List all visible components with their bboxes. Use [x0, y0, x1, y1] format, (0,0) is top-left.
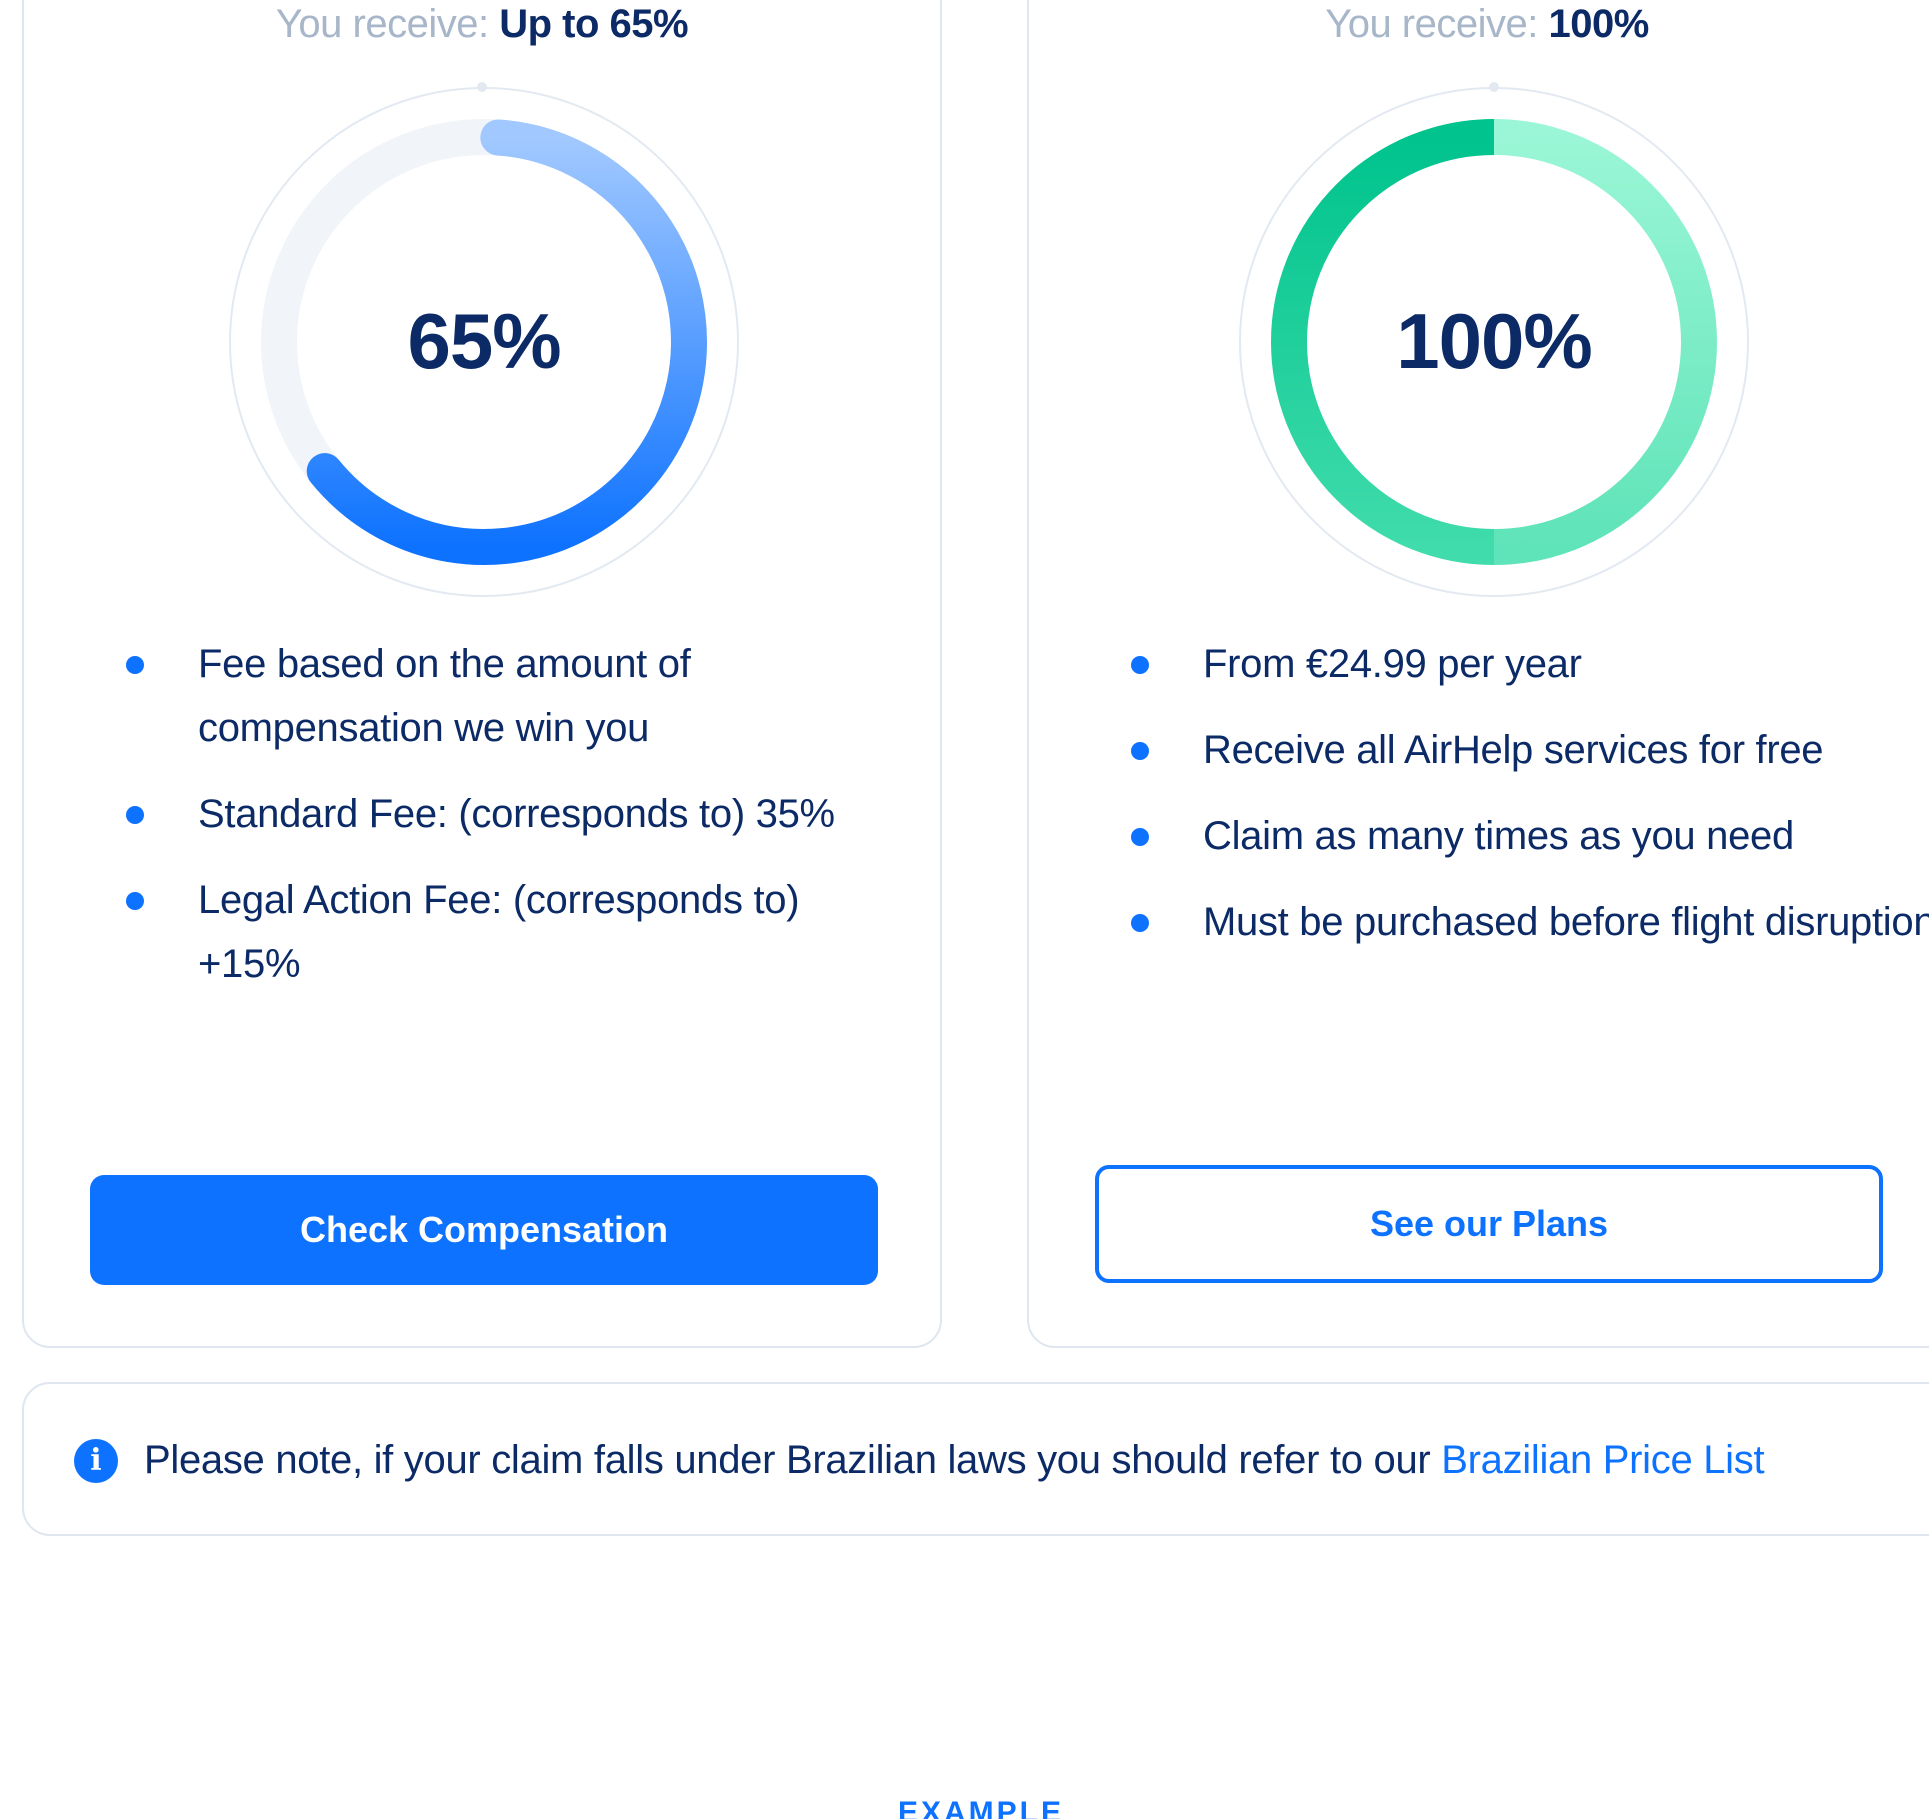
see-our-plans-button[interactable]: See our Plans: [1095, 1165, 1883, 1283]
feature-text: Must be purchased before flight disrupti…: [1203, 900, 1929, 944]
feature-item: Fee based on the amount of compensation …: [126, 632, 906, 760]
feature-text: Legal Action Fee: (corresponds to) +15%: [198, 878, 800, 986]
info-icon: i: [74, 1439, 118, 1483]
bullet-dot-icon: [1131, 656, 1149, 674]
bullet-dot-icon: [1131, 914, 1149, 932]
percentage-gauge: 100%: [1234, 82, 1754, 602]
receive-summary: You receive: Up to 65%: [24, 2, 940, 47]
check-compensation-button[interactable]: Check Compensation: [90, 1175, 878, 1285]
feature-text: Standard Fee: (corresponds to) 35%: [198, 792, 835, 836]
gauge-top-marker: [1489, 82, 1499, 92]
bullet-dot-icon: [1131, 742, 1149, 760]
gauge-value-label: 65%: [407, 297, 561, 385]
notice-text: Please note, if your claim falls under B…: [144, 1430, 1765, 1490]
bullet-dot-icon: [126, 656, 144, 674]
section-label: EXAMPLE: [898, 1796, 1065, 1819]
feature-text: Receive all AirHelp services for free: [1203, 728, 1824, 772]
bullet-dot-icon: [126, 892, 144, 910]
feature-item: Standard Fee: (corresponds to) 35%: [126, 782, 906, 846]
receive-value: Up to 65%: [499, 2, 689, 46]
receive-prefix: You receive:: [275, 2, 500, 46]
feature-item: Claim as many times as you need: [1131, 804, 1929, 868]
notice-body: Please note, if your claim falls under B…: [144, 1438, 1442, 1482]
feature-item: Legal Action Fee: (corresponds to) +15%: [126, 868, 906, 996]
feature-list: Fee based on the amount of compensation …: [126, 632, 906, 1018]
gauge-top-marker: [477, 82, 487, 92]
feature-text: Claim as many times as you need: [1203, 814, 1794, 858]
membership-card: You receive: 100% 100% From €24.99 per y…: [1027, 0, 1929, 1348]
brazilian-price-list-link[interactable]: Brazilian Price List: [1441, 1438, 1764, 1482]
feature-item: Receive all AirHelp services for free: [1131, 718, 1929, 782]
feature-item: Must be purchased before flight disrupti…: [1131, 890, 1929, 954]
gauge-value-label: 100%: [1396, 297, 1593, 385]
bullet-dot-icon: [126, 806, 144, 824]
receive-summary: You receive: 100%: [1029, 2, 1929, 47]
receive-prefix: You receive:: [1325, 2, 1549, 46]
percentage-gauge: 65%: [224, 82, 744, 602]
receive-value: 100%: [1548, 2, 1649, 46]
bullet-dot-icon: [1131, 828, 1149, 846]
brazil-notice: i Please note, if your claim falls under…: [22, 1382, 1929, 1536]
feature-list: From €24.99 per year Receive all AirHelp…: [1131, 632, 1929, 976]
pricing-section: You receive: Up to 65% 65% Fee based on …: [0, 0, 1929, 1819]
feature-text: From €24.99 per year: [1203, 642, 1582, 686]
standard-fee-card: You receive: Up to 65% 65% Fee based on …: [22, 0, 942, 1348]
feature-item: From €24.99 per year: [1131, 632, 1929, 696]
feature-text: Fee based on the amount of compensation …: [198, 642, 691, 750]
